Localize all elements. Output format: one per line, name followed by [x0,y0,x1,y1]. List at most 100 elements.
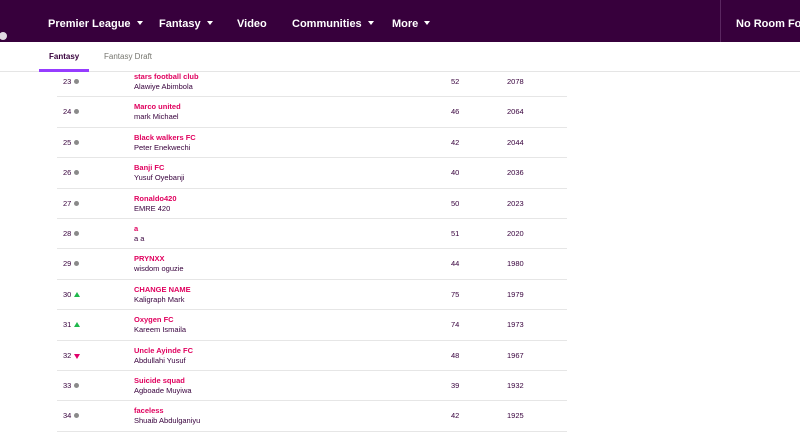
total-points: 1925 [507,411,524,421]
team-name-link[interactable]: stars football club [134,72,199,81]
rank-cell: 27 [63,198,72,208]
no-change-icon [74,79,79,84]
nav-label: More [392,18,419,30]
total-points: 1979 [507,289,524,299]
table-row: 24 Marco united mark Michael 46 2064 [57,97,567,128]
total-points: 2020 [507,228,524,238]
team-name-link[interactable]: Oxygen FC [134,315,174,324]
total-points: 2036 [507,168,524,178]
gameweek-points: 75 [451,289,460,299]
table-row: 28 a a a 51 2020 [57,219,567,250]
total-points: 1973 [507,320,524,330]
rank-cell: 26 [63,168,72,178]
table-row: 29 PRYNXX wisdom oguzie 44 1980 [57,249,567,280]
rank-down-arrow-icon [74,353,80,359]
no-change-icon [74,200,79,206]
no-change-icon [74,230,79,236]
nav-label: Premier League [48,18,131,30]
team-name-link[interactable]: Suicide squad [134,376,185,385]
table-row: 25 Black walkers FC Peter Enekwechi 42 2… [57,128,567,159]
nav-label: Video [237,18,267,30]
manager-name: Shuaib Abdulganiyu [134,416,201,426]
chevron-down-icon [424,21,431,25]
gameweek-points: 48 [451,350,460,360]
total-points: 2044 [507,137,524,147]
manager-name: Peter Enekwechi [134,142,191,152]
no-change-icon [74,170,79,176]
total-points: 1967 [507,350,524,360]
no-change-icon [74,139,79,145]
manager-name: mark Michael [134,112,179,122]
chevron-down-icon [206,21,213,25]
league-standings-table: 23 stars football club Alawiye Abimbola … [57,67,567,432]
nav-fantasy[interactable]: Fantasy [159,0,213,48]
table-row: 34 faceless Shuaib Abdulganiyu 42 1925 [57,401,567,432]
table-row: 30 CHANGE NAME Kaligraph Mark 75 1979 [57,280,567,311]
team-name-link[interactable]: Black walkers FC [134,133,196,142]
manager-name: Alawiye Abimbola [134,82,193,91]
manager-name: Agboade Muyiwa [134,385,192,395]
total-points: 2023 [507,198,524,208]
team-name-link[interactable]: CHANGE NAME [134,285,191,294]
nav-label: Fantasy [159,18,201,30]
rank-cell: 28 [63,228,72,238]
manager-name: wisdom oguzie [134,264,184,274]
gameweek-points: 46 [451,107,460,117]
rank-cell: 34 [63,411,72,421]
total-points: 1932 [507,380,524,390]
rank-cell: 32 [63,350,72,360]
rank-cell: 25 [63,137,72,147]
table-row: 23 stars football club Alawiye Abimbola … [57,67,567,98]
team-name-link[interactable]: PRYNXX [134,254,165,263]
table-row: 27 Ronaldo420 EMRE 420 50 2023 [57,189,567,219]
gameweek-points: 44 [451,259,460,269]
manager-name: a a [134,233,145,243]
nav-communities[interactable]: Communities [292,0,374,48]
no-change-icon [74,413,79,419]
top-navigation-bar: Premier League Fantasy Video Communities… [0,0,800,54]
chevron-down-icon [136,21,143,25]
nav-divider [720,0,721,48]
team-name-link[interactable]: a [134,224,138,233]
team-name-link[interactable]: Uncle Ayinde FC [134,346,193,355]
gameweek-points: 40 [451,168,460,178]
gameweek-points: 51 [451,228,460,238]
rank-up-arrow-icon [74,291,80,297]
rank-cell: 31 [63,320,72,330]
no-change-icon [74,261,79,267]
nav-label: Communities [292,18,362,30]
nav-more[interactable]: More [392,0,431,48]
manager-name: Abdullahi Yusuf [134,355,186,365]
team-name-link[interactable]: Banji FC [134,163,164,172]
manager-name: Kareem Ismaila [134,325,187,335]
chevron-down-icon [367,21,374,25]
gameweek-points: 74 [451,320,460,330]
table-row: 31 Oxygen FC Kareem Ismaila 74 1973 [57,310,567,341]
logo-dot-icon [0,32,7,40]
gameweek-points: 39 [451,380,460,390]
table-row: 32 Uncle Ayinde FC Abdullahi Yusuf 48 19… [57,341,567,371]
table-row: 33 Suicide squad Agboade Muyiwa 39 1932 [57,371,567,402]
promo-link[interactable]: No Room Fo [736,0,800,48]
team-name-link[interactable]: Marco united [134,102,181,111]
gameweek-points: 52 [451,77,460,86]
nav-premier-league[interactable]: Premier League [48,0,143,48]
table-row: 26 Banji FC Yusuf Oyebanji 40 2036 [57,158,567,189]
rank-cell: 24 [63,107,72,117]
manager-name: Kaligraph Mark [134,294,185,304]
rank-cell: 29 [63,259,72,269]
manager-name: EMRE 420 [134,203,171,213]
gameweek-points: 42 [451,137,460,147]
total-points: 2064 [507,107,524,117]
gameweek-points: 50 [451,198,460,208]
team-name-link[interactable]: faceless [134,406,164,415]
rank-cell: 33 [63,380,72,390]
rank-cell: 23 [63,77,72,86]
nav-video[interactable]: Video [237,0,267,48]
team-name-link[interactable]: Ronaldo420 [134,194,177,203]
no-change-icon [74,382,79,388]
rank-cell: 30 [63,289,72,299]
total-points: 2078 [507,77,524,86]
total-points: 1980 [507,259,524,269]
rank-up-arrow-icon [74,322,80,328]
